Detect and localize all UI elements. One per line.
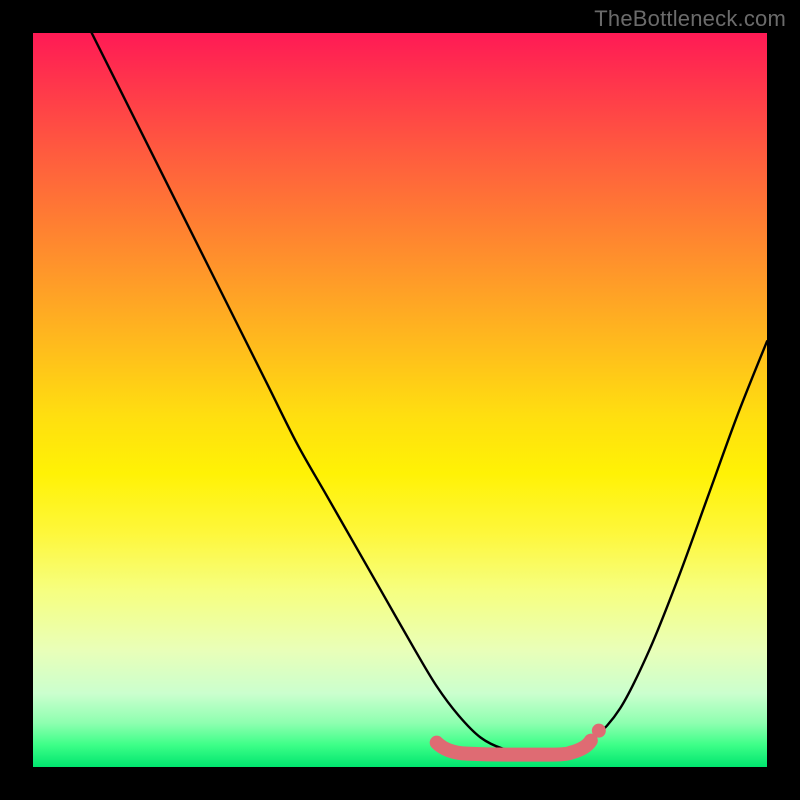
chart-svg: [33, 33, 767, 767]
chart-frame: TheBottleneck.com: [0, 0, 800, 800]
plot-area: [33, 33, 767, 767]
watermark-text: TheBottleneck.com: [594, 6, 786, 32]
optimal-point-marker: [592, 724, 606, 738]
bottleneck-curve: [92, 33, 767, 753]
optimal-range-highlight: [437, 741, 591, 755]
